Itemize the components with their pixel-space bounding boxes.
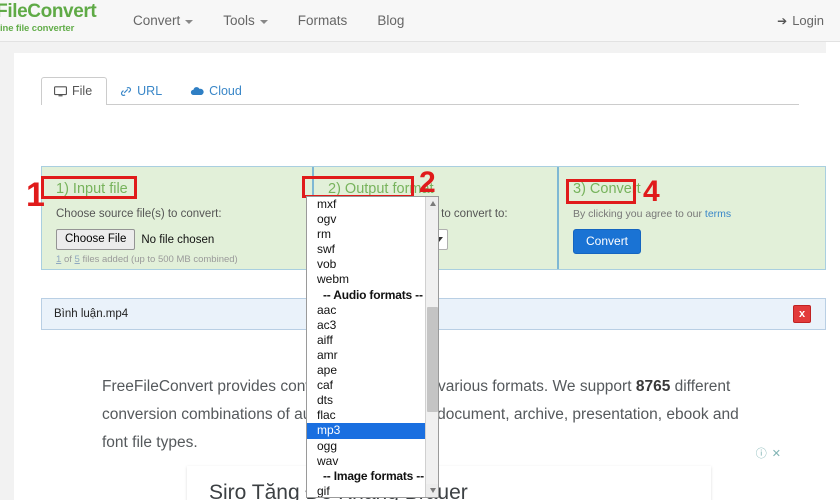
intro-count: 8765 — [635, 378, 671, 395]
page-right-gutter — [826, 42, 840, 500]
login-label: Login — [792, 13, 824, 28]
nav-item-convert-label: Convert — [133, 13, 181, 28]
scroll-down-arrow[interactable] — [426, 484, 438, 497]
tab-url[interactable]: URL — [107, 77, 177, 105]
dropdown-option[interactable]: mp3 — [307, 423, 426, 439]
dropdown-option[interactable]: swf — [307, 242, 426, 257]
dropdown-option[interactable]: rm — [307, 227, 426, 242]
nav-item-tools[interactable]: Tools — [208, 0, 283, 42]
step-input-file: 1) Input file Choose source file(s) to c… — [42, 167, 312, 269]
dropdown-option[interactable]: aiff — [307, 333, 426, 348]
nav-item-blog[interactable]: Blog — [362, 0, 419, 42]
dropdown-option[interactable]: aac — [307, 303, 426, 318]
dropdown-option[interactable]: caf — [307, 378, 426, 393]
scrollbar-thumb[interactable] — [427, 307, 438, 412]
dropdown-group-header: -- Image formats -- — [323, 468, 424, 483]
dropdown-option[interactable]: amr — [307, 348, 426, 363]
nav-links: Convert Tools Formats Blog — [118, 0, 419, 42]
chevron-down-icon — [259, 20, 268, 24]
ad-choices-icon[interactable]: ⓘ — [756, 449, 767, 460]
step-output-title: 2) Output format — [328, 181, 434, 197]
dropdown-option[interactable]: dts — [307, 393, 426, 408]
terms-link[interactable]: terms — [705, 208, 731, 220]
step-input-title: 1) Input file — [56, 181, 128, 197]
chevron-down-icon — [185, 20, 194, 24]
nav-item-blog-label: Blog — [377, 13, 405, 28]
ad-title: Siro Tăng Đề Kháng Brauer — [209, 481, 468, 500]
dropdown-option[interactable]: mxf — [307, 197, 426, 212]
choose-file-button[interactable]: Choose File — [56, 229, 136, 250]
cloud-icon — [190, 86, 204, 97]
site-logo[interactable]: eFileConvert online file converter — [0, 2, 116, 35]
convert-button[interactable]: Convert — [573, 229, 642, 254]
output-format-dropdown-list[interactable]: mxf ogv rm swf vob webm -- Audio formats -- aac… — [306, 196, 439, 498]
logo-tagline: online file converter — [0, 23, 75, 34]
dropdown-option[interactable]: wav — [307, 454, 426, 469]
ad-controls: ⓘ ✕ — [756, 449, 781, 460]
tab-file-label: File — [72, 84, 93, 98]
ad-card[interactable]: Siro Tăng Đề Kháng Brauer Siro Brauer - … — [187, 466, 711, 500]
dropdown-options: mxf ogv rm swf vob webm -- Audio formats -- aac… — [307, 197, 426, 497]
terms-prefix: By clicking you agree to our — [573, 208, 702, 220]
source-tabs: File URL Cloud — [41, 75, 799, 105]
nav-item-formats[interactable]: Formats — [283, 0, 363, 42]
annotation-number-1: 1 — [26, 176, 45, 214]
files-added-prefix: of — [63, 254, 72, 265]
dropdown-option[interactable]: vob — [307, 257, 426, 272]
dropdown-option[interactable]: webm — [307, 272, 426, 287]
dropdown-group-header: -- Audio formats -- — [323, 287, 423, 302]
step-input-subtitle: Choose source file(s) to convert: — [56, 208, 222, 220]
files-added-count[interactable]: 1 — [56, 254, 61, 265]
files-added-max[interactable]: 5 — [75, 254, 80, 265]
page-root: eFileConvert online file converter Conve… — [0, 0, 840, 500]
dropdown-option[interactable]: ogv — [307, 212, 426, 227]
tab-cloud[interactable]: Cloud — [177, 77, 257, 105]
annotation-number-2: 2 — [419, 166, 436, 199]
annotation-number-4: 4 — [643, 175, 660, 208]
logo-wordmark: eFileConvert — [0, 2, 116, 22]
monitor-icon — [54, 86, 67, 97]
top-navbar: eFileConvert online file converter Conve… — [0, 0, 840, 42]
scroll-up-arrow[interactable] — [426, 197, 438, 210]
step-convert-title: 3) Convert — [573, 181, 641, 197]
no-file-chosen-label: No file chosen — [141, 233, 215, 246]
tab-cloud-label: Cloud — [209, 84, 242, 98]
files-added-status: 1 of 5 files added (up to 500 MB combine… — [56, 254, 312, 266]
nav-item-formats-label: Formats — [297, 13, 348, 28]
logo-wordmark-text: eFileConvert — [0, 1, 97, 22]
dropdown-option[interactable]: gif — [307, 484, 426, 497]
close-icon[interactable]: ✕ — [772, 449, 781, 460]
dropdown-option[interactable]: ac3 — [307, 318, 426, 333]
step-convert: 3) Convert By clicking you agree to our … — [557, 167, 823, 269]
link-icon — [120, 86, 132, 97]
tab-file[interactable]: File — [41, 77, 108, 105]
dropdown-option[interactable]: flac — [307, 408, 426, 423]
nav-item-tools-label: Tools — [223, 13, 255, 28]
dropdown-scrollbar[interactable] — [425, 197, 438, 497]
sign-in-icon: ➔ — [777, 14, 788, 28]
login-button[interactable]: ➔ Login — [777, 0, 824, 42]
dropdown-option[interactable]: ape — [307, 363, 426, 378]
tab-url-label: URL — [137, 84, 163, 98]
step-convert-subtitle: By clicking you agree to our terms — [573, 207, 823, 221]
file-chooser-row: Choose File No file chosen — [56, 229, 312, 250]
files-added-suffix: files added (up to 500 MB combined) — [82, 254, 238, 265]
remove-file-button[interactable]: x — [793, 305, 811, 323]
nav-item-convert[interactable]: Convert — [118, 0, 208, 42]
dropdown-option[interactable]: ogg — [307, 439, 426, 454]
